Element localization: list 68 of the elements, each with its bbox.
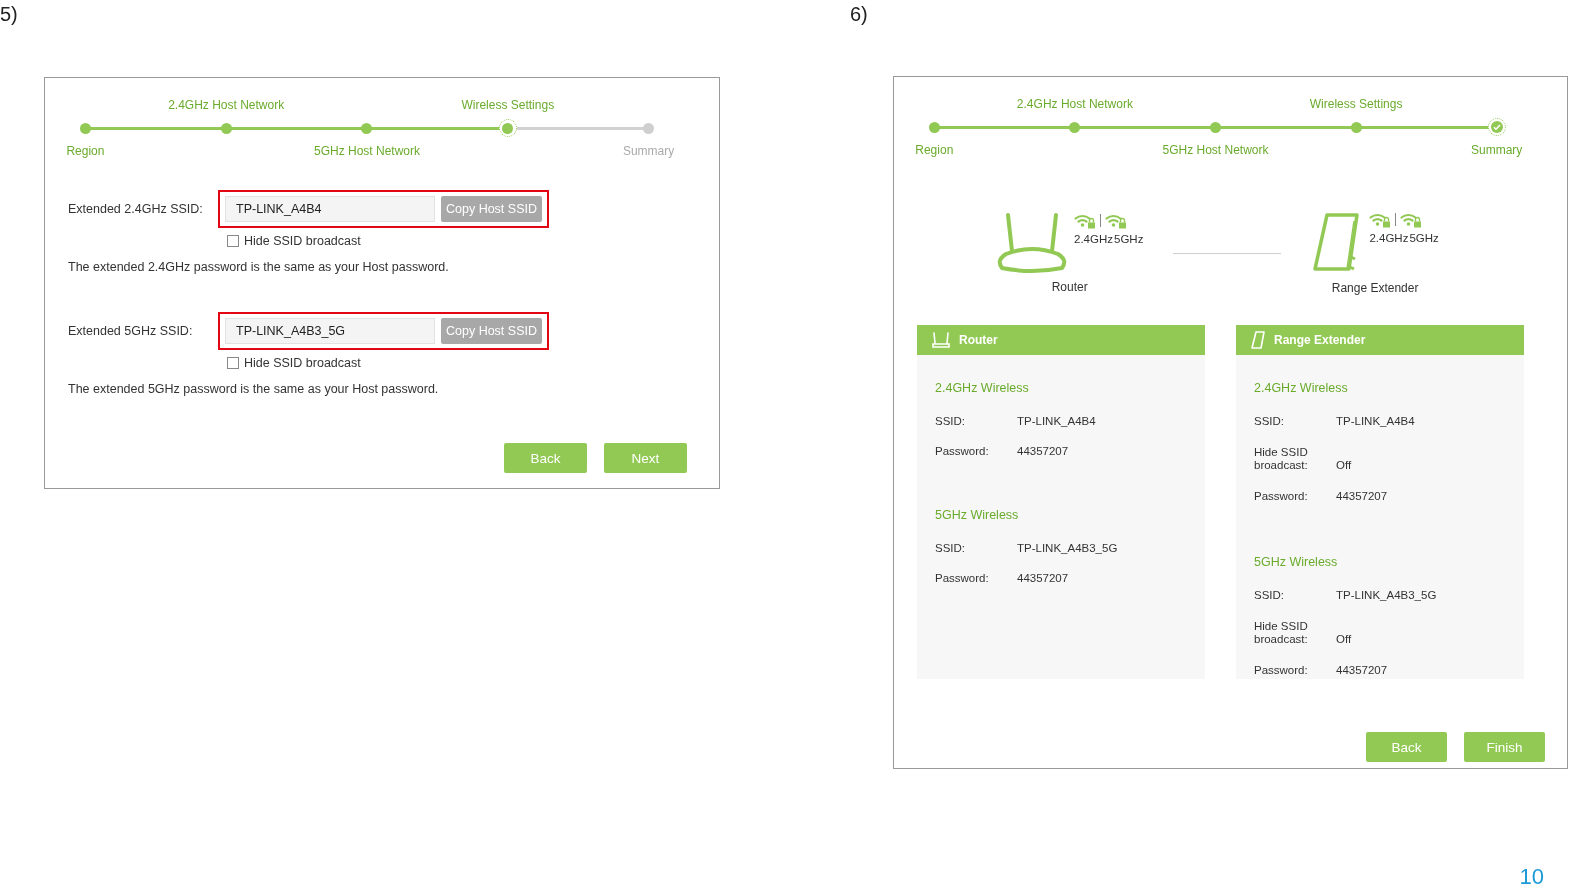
row-label: SSID: (935, 542, 967, 555)
step-label: Region (66, 144, 105, 160)
step-label: 2.4GHz Host Network (1016, 97, 1133, 113)
step-label: Wireless Settings (1309, 97, 1403, 113)
checkbox-label: Hide SSID broadcast (244, 234, 361, 248)
step-label: Region (915, 143, 954, 159)
router-icon (931, 332, 951, 348)
section-title: 2.4GHz Wireless (935, 381, 1030, 395)
checkbox[interactable] (227, 357, 239, 369)
row-value: TP-LINK_A4B4 (1017, 415, 1097, 428)
range-extender-icon (1250, 331, 1266, 349)
device-label: Range Extender (1331, 281, 1419, 295)
row-label: Password: (935, 572, 990, 585)
band-label: 5GHz (1114, 233, 1144, 245)
row-value: TP-LINK_A4B3_5G (1017, 542, 1119, 555)
back-button[interactable]: Back (504, 443, 587, 473)
row-label: SSID: (1254, 589, 1286, 602)
row-value: TP-LINK_A4B3_5G (1336, 589, 1438, 602)
row-label: Password: (935, 445, 990, 458)
row-label: Password: (1254, 490, 1309, 503)
checkbox-label: Hide SSID broadcast (244, 356, 361, 370)
band-label: 5GHz (1409, 232, 1439, 244)
row-value: 44357207 (1017, 572, 1070, 585)
step-number: 6) (850, 2, 868, 26)
password-note: The extended 2.4GHz password is the same as your Host password. (68, 260, 450, 274)
field-label: Extended 5GHz SSID: (68, 324, 194, 338)
row-label: SSID: (935, 415, 967, 428)
row-value: Off (1336, 633, 1353, 646)
ssid-input[interactable]: TP-LINK_A4B3_5G (225, 318, 435, 344)
row-label: Hide SSID broadcast: (1254, 446, 1309, 472)
wifi-lock-icon (1369, 211, 1392, 228)
page-number: 10 (1519, 864, 1544, 890)
step-label: Wireless Settings (461, 98, 555, 114)
row-label: Password: (1254, 664, 1309, 677)
ssid-input[interactable]: TP-LINK_A4B4 (225, 196, 435, 222)
row-value: 44357207 (1017, 445, 1070, 458)
card-title: Router (959, 333, 998, 347)
wifi-lock-icon (1400, 211, 1423, 228)
card-title: Range Extender (1274, 333, 1366, 347)
row-value: 44357207 (1336, 490, 1389, 503)
wifi-lock-icon (1105, 212, 1127, 229)
router-drawing (996, 212, 1068, 276)
section-title: 5GHz Wireless (1254, 555, 1339, 569)
row-value: TP-LINK_A4B4 (1336, 415, 1416, 428)
row-value: Off (1336, 459, 1353, 472)
password-note: The extended 5GHz password is the same as your Host password. (68, 382, 440, 396)
checkbox[interactable] (227, 235, 239, 247)
wifi-lock-icon (1074, 212, 1096, 229)
next-button[interactable]: Next (604, 443, 687, 473)
row-label: Hide SSID broadcast: (1254, 620, 1309, 646)
row-value: 44357207 (1336, 664, 1389, 677)
step-label: Summary (1471, 143, 1523, 159)
finish-button[interactable]: Finish (1464, 732, 1545, 762)
band-label: 2.4GHz (1369, 232, 1409, 244)
step-label: Summary (622, 144, 675, 160)
copy-host-ssid-button[interactable]: Copy Host SSID (441, 318, 542, 344)
device-label: Router (1051, 280, 1088, 294)
band-label: 2.4GHz (1074, 233, 1113, 245)
back-button[interactable]: Back (1366, 732, 1447, 762)
copy-host-ssid-button[interactable]: Copy Host SSID (441, 196, 542, 222)
section-title: 2.4GHz Wireless (1254, 381, 1349, 395)
section-title: 5GHz Wireless (935, 508, 1020, 522)
field-label: Extended 2.4GHz SSID: (68, 202, 204, 216)
step-label: 5GHz Host Network (313, 144, 420, 160)
step-number: 5) (0, 2, 18, 26)
step-label: 5GHz Host Network (1162, 143, 1269, 159)
row-label: SSID: (1254, 415, 1286, 428)
step-label: 2.4GHz Host Network (168, 98, 285, 114)
